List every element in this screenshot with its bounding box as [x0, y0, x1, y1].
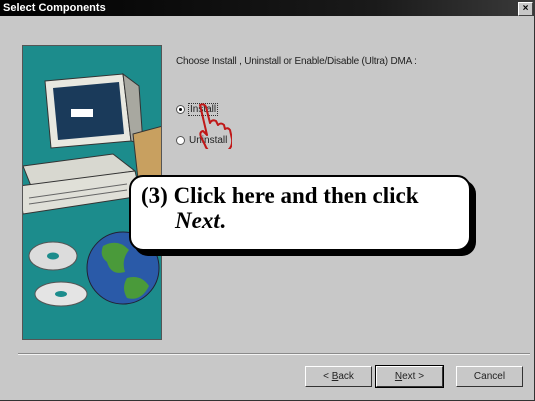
title-bar: Select Components ×: [0, 0, 535, 16]
callout-line-2: Next.: [141, 208, 457, 233]
back-button[interactable]: < Back: [305, 366, 372, 387]
install-radio[interactable]: [176, 105, 185, 114]
uninstall-radio[interactable]: [176, 136, 185, 145]
close-icon: ×: [522, 3, 529, 14]
select-components-dialog: Select Components × Choose Install , Uni…: [0, 0, 535, 401]
callout-line-1: (3) Click here and then click: [141, 183, 419, 208]
next-button[interactable]: Next >: [375, 365, 444, 388]
callout-next-word: Next: [175, 208, 220, 233]
back-rest: ack: [338, 371, 354, 382]
window-title: Select Components: [3, 2, 106, 14]
callout-period: .: [219, 208, 226, 233]
close-button[interactable]: ×: [518, 2, 533, 16]
back-prefix: <: [323, 371, 332, 382]
cancel-button[interactable]: Cancel: [456, 366, 523, 387]
instruction-text: Choose Install , Uninstall or Enable/Dis…: [176, 56, 417, 67]
hand-pointer-icon: [199, 103, 232, 149]
next-rest: ext: [402, 371, 416, 382]
next-suffix: >: [415, 371, 425, 382]
instruction-callout: (3) Click here and then click Next.: [129, 175, 471, 251]
button-divider: [18, 353, 530, 355]
